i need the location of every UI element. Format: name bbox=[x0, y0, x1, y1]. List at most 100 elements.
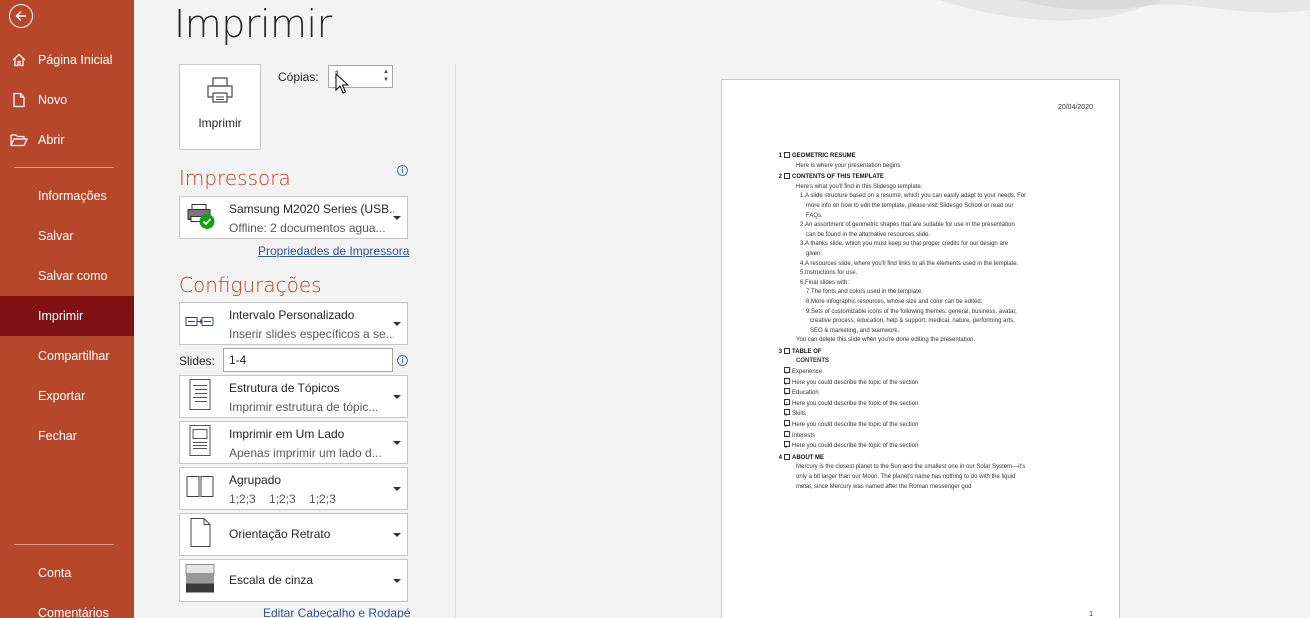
preview-line: 3.A thanks slide, which you must keep so… bbox=[784, 240, 1074, 250]
preview-line: 4 ABOUT ME bbox=[779, 453, 1074, 464]
preview-line-text: GEOMETRIC RESUME bbox=[792, 153, 856, 159]
preview-line-text: 7.The fonts and colors used in the templ… bbox=[806, 289, 923, 296]
edit-header-footer-link[interactable]: Editar Cabeçalho e Rodapé bbox=[263, 606, 410, 618]
sidebar-item-save-as[interactable]: Salvar como bbox=[0, 256, 134, 296]
print-button[interactable]: Imprimir bbox=[179, 64, 261, 150]
preview-line-text: 2.An assortment of geometric shapes that… bbox=[800, 222, 1015, 229]
number-box: 7 bbox=[784, 430, 790, 439]
preview-line: can be found in the alternative resource… bbox=[784, 231, 1074, 241]
print-sides-dropdown[interactable]: Imprimir em Um Lado Apenas imprimir um l… bbox=[179, 421, 408, 464]
preview-line: 6 Here you could describe the topic of th… bbox=[784, 420, 1074, 431]
collated-icon bbox=[186, 475, 214, 497]
sidebar-item-close[interactable]: Fechar bbox=[0, 416, 134, 456]
preview-line-text: only a bit larger than our Moon. The pla… bbox=[796, 474, 1016, 480]
preview-line: 2 Here you could describe the topic of th… bbox=[784, 377, 1074, 389]
grayscale-icon bbox=[185, 563, 215, 592]
sidebar-item-label: Fechar bbox=[38, 429, 77, 443]
number-box: 1 bbox=[784, 367, 790, 375]
printer-icon bbox=[207, 77, 233, 103]
outline-icon bbox=[189, 378, 211, 410]
chevron-down-icon bbox=[393, 440, 401, 445]
one-sided-icon bbox=[189, 424, 211, 456]
sidebar-item-label: Página Inicial bbox=[38, 53, 113, 67]
orientation-dropdown[interactable]: Orientação Retrato bbox=[179, 513, 408, 556]
preview-page-number: 1 bbox=[1089, 611, 1093, 618]
sidebar-item-label: Conta bbox=[38, 566, 72, 580]
print-layout-title: Estrutura de Tópicos bbox=[229, 381, 340, 395]
sidebar-item-account[interactable]: Conta bbox=[0, 553, 134, 593]
number-box: 5 bbox=[784, 409, 790, 417]
preview-line: FAQs. bbox=[784, 212, 1074, 222]
collate-dropdown[interactable]: Agrupado 1;2;3 1;2;3 1;2;3 bbox=[179, 467, 408, 510]
preview-outline: 1 GEOMETRIC RESUME Here is where your pres… bbox=[779, 150, 1074, 493]
collate-sub: 1;2;3 1;2;3 1;2;3 bbox=[229, 492, 336, 506]
preview-line: 5.Instructions for use. bbox=[784, 269, 1074, 279]
slide-number: 1 bbox=[778, 153, 782, 159]
print-layout-dropdown[interactable]: Estrutura de Tópicos Imprimir estrutura … bbox=[179, 375, 408, 418]
color-dropdown[interactable]: Escala de cinza bbox=[179, 559, 408, 602]
print-sides-sub: Apenas imprimir um lado d... bbox=[229, 446, 382, 460]
preview-line-text: creative process, education, help & supp… bbox=[810, 318, 1015, 325]
preview-line-text: can be found in the alternative resource… bbox=[806, 231, 931, 238]
back-button[interactable] bbox=[9, 4, 33, 28]
sidebar-item-save[interactable]: Salvar bbox=[0, 216, 134, 256]
arrow-left-icon bbox=[15, 11, 26, 21]
panel-divider bbox=[455, 64, 456, 618]
preview-line-text: Here is where your presentation begins bbox=[796, 162, 901, 169]
chevron-down-icon bbox=[393, 215, 401, 220]
preview-line-text: CONTENTS OF THIS TEMPLATE bbox=[792, 174, 884, 181]
info-icon[interactable]: i bbox=[397, 355, 408, 366]
number-box: 6 bbox=[784, 420, 790, 428]
preview-line-text: 8.More infographic resources, whose size… bbox=[806, 298, 983, 305]
preview-line: 7 Interests bbox=[784, 430, 1074, 442]
preview-line-text: FAQs. bbox=[806, 212, 823, 219]
preview-date: 20/04/2020 bbox=[1057, 104, 1093, 111]
sidebar-item-label: Compartilhar bbox=[38, 349, 110, 363]
preview-line-text: ABOUT ME bbox=[792, 454, 824, 461]
preview-line: SEO & marketing, and teamwork. bbox=[784, 327, 1074, 337]
custom-range-icon bbox=[185, 316, 214, 326]
info-icon[interactable]: i bbox=[397, 165, 408, 176]
preview-line: 2 CONTENTS OF THIS TEMPLATE bbox=[779, 173, 1074, 183]
sidebar-item-label: Imprimir bbox=[38, 309, 84, 323]
printer-properties-link[interactable]: Propriedades de Impressora bbox=[258, 244, 409, 258]
print-button-label: Imprimir bbox=[198, 116, 242, 130]
slides-input[interactable]: 1-4 bbox=[223, 348, 393, 372]
preview-line-text: Mercury is the closest planet to the Sun… bbox=[796, 464, 1026, 471]
print-layout-sub: Imprimir estrutura de tópic... bbox=[229, 400, 379, 414]
slide-box-icon bbox=[784, 453, 790, 460]
preview-line: metal, since Mercury was named after the… bbox=[784, 483, 1074, 493]
chevron-down-icon bbox=[393, 394, 401, 399]
sidebar-item-feedback[interactable]: Comentários bbox=[0, 593, 134, 618]
printer-heading: Impressora bbox=[179, 166, 291, 190]
sidebar-item-new[interactable]: Novo bbox=[0, 80, 134, 120]
spin-arrows-icon[interactable]: ▲ ▼ bbox=[383, 68, 389, 84]
preview-line-text: 5.Instructions for use. bbox=[800, 270, 858, 277]
preview-line: given. bbox=[784, 250, 1074, 260]
sidebar-item-export[interactable]: Exportar bbox=[0, 376, 134, 416]
printer-ready-icon bbox=[187, 203, 215, 229]
number-box: 3 bbox=[784, 388, 790, 396]
sidebar-item-info[interactable]: Informações bbox=[0, 176, 134, 216]
printer-name: Samsung M2020 Series (USB... bbox=[229, 202, 394, 216]
sidebar-item-home[interactable]: Página Inicial bbox=[0, 40, 134, 80]
preview-line-text: Interests bbox=[792, 432, 816, 439]
collate-title: Agrupado bbox=[229, 473, 282, 487]
slide-number: 3 bbox=[778, 348, 782, 355]
chevron-down-icon bbox=[393, 486, 401, 491]
preview-line: 9.Sets of customizable icons of the foll… bbox=[784, 308, 1074, 318]
preview-line: 2.An assortment of geometric shapes that… bbox=[784, 221, 1074, 231]
preview-line: more info on how to edit the template, p… bbox=[784, 202, 1074, 212]
preview-line-text: given. bbox=[806, 250, 823, 257]
preview-line-text: 3.A thanks slide, which you must keep so… bbox=[800, 241, 1009, 248]
sidebar-item-share[interactable]: Compartilhar bbox=[0, 336, 134, 376]
preview-line: 8 Here you could describe the topic of th… bbox=[784, 441, 1074, 452]
printer-dropdown[interactable]: Samsung M2020 Series (USB... Offline: 2 … bbox=[179, 196, 408, 239]
sidebar-item-print[interactable]: Imprimir bbox=[0, 296, 134, 336]
preview-line: 3 TABLE OF bbox=[779, 347, 1074, 358]
preview-line-text: You can delete this slide when you're do… bbox=[796, 337, 976, 344]
preview-line-text: CONTENTS bbox=[796, 358, 829, 365]
slide-box-icon bbox=[784, 152, 790, 158]
print-range-dropdown[interactable]: Intervalo Personalizado Inserir slides e… bbox=[179, 302, 408, 345]
sidebar-item-open[interactable]: Abrir bbox=[0, 120, 134, 160]
